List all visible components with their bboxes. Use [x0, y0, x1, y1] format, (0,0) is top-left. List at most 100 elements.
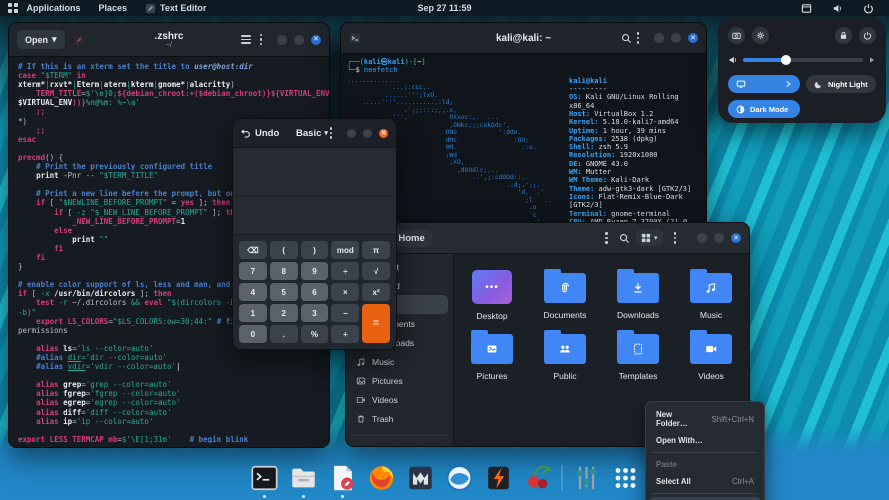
calc-key-[interactable]: −	[331, 304, 359, 322]
calc-key-[interactable]: %	[301, 325, 329, 343]
dock-kali-tweaks-icon[interactable]	[571, 463, 601, 493]
menu-item-select-all[interactable]: Select AllCtrl+A	[650, 473, 760, 490]
window-indicator-icon[interactable]	[792, 3, 821, 14]
night-light-button[interactable]: Night Light	[806, 75, 876, 93]
dock-firefox-icon[interactable]	[366, 463, 396, 493]
places-menu[interactable]: Places	[90, 0, 137, 16]
power-button[interactable]	[859, 27, 876, 44]
menu-kebab-icon[interactable]	[255, 34, 268, 46]
speaker-icon	[728, 55, 738, 65]
calc-key-4[interactable]: 4	[239, 283, 267, 301]
close-button[interactable]: ✕	[311, 35, 321, 45]
folder-public[interactable]: Public	[529, 329, 602, 381]
dock-files-icon[interactable]	[288, 463, 318, 493]
maximize-button[interactable]	[363, 129, 372, 138]
minimize-button[interactable]	[654, 33, 664, 43]
code-line: TERM_TITLE=$'\e]0;${debian_chroot:+($deb…	[18, 89, 329, 98]
close-button[interactable]: ✕	[688, 33, 698, 43]
calc-key-[interactable]: )	[301, 241, 329, 259]
menu-kebab-icon[interactable]	[669, 232, 682, 244]
minimize-button[interactable]	[347, 129, 356, 138]
calc-key-x[interactable]: x²	[362, 283, 390, 301]
search-icon[interactable]	[621, 33, 632, 44]
active-app-menu[interactable]: Text Editor	[136, 0, 215, 16]
clock[interactable]: Sep 27 11:59	[417, 3, 471, 13]
power-icon[interactable]	[854, 3, 883, 14]
calc-key-[interactable]: =	[362, 304, 390, 343]
folder-videos[interactable]: Videos	[675, 329, 748, 381]
sidebar-item-other-locations[interactable]: Other Locations	[351, 435, 448, 447]
menu-item-new-folder[interactable]: New Folder…Shift+Ctrl+N	[650, 406, 760, 432]
search-icon[interactable]	[619, 233, 630, 244]
running-indicator	[302, 495, 305, 498]
maximize-button[interactable]	[294, 35, 304, 45]
view-toggle-button[interactable]: ▾	[636, 230, 663, 246]
volume-slider[interactable]	[728, 55, 876, 65]
folder-pictures[interactable]: Pictures	[456, 329, 529, 381]
calc-key-2[interactable]: 2	[270, 304, 298, 322]
sidebar-item-pictures[interactable]: Pictures	[351, 371, 448, 390]
sidebar-item-trash[interactable]: Trash	[351, 409, 448, 428]
display-toggle-button[interactable]	[728, 75, 800, 93]
calc-key-8[interactable]: 8	[270, 262, 298, 280]
close-button[interactable]: ✕	[731, 233, 741, 243]
lock-button[interactable]	[835, 27, 852, 44]
open-button[interactable]: Open▾	[17, 30, 65, 49]
calc-key-mod[interactable]: mod	[331, 241, 359, 259]
dock-text-editor-icon[interactable]	[327, 463, 357, 493]
folder-music[interactable]: Music	[675, 268, 748, 321]
calc-key-7[interactable]: 7	[239, 262, 267, 280]
dock-wireshark-icon[interactable]	[444, 463, 474, 493]
mode-dropdown[interactable]: Basic▾	[296, 128, 328, 139]
sidebar-item-music[interactable]: Music	[351, 352, 448, 371]
calc-key-0[interactable]: 0	[239, 325, 267, 343]
sidebar-item-videos[interactable]: Videos	[351, 390, 448, 409]
neofetch-info-row: Shell: zsh 5.9	[569, 143, 700, 151]
calc-key-6[interactable]: 6	[301, 283, 329, 301]
calc-key-[interactable]: ×	[331, 283, 359, 301]
view-menu-icon[interactable]	[237, 35, 255, 44]
settings-button[interactable]	[752, 27, 769, 44]
applications-menu[interactable]: Applications	[18, 0, 90, 16]
folder-label: Music	[700, 310, 722, 320]
path-options-kebab-icon[interactable]	[600, 232, 613, 244]
calc-key-[interactable]: .	[270, 325, 298, 343]
dock-cherrytree-icon[interactable]	[522, 463, 552, 493]
dock-terminal-icon[interactable]	[249, 463, 279, 493]
dock-app-grid-icon[interactable]	[610, 463, 640, 493]
undo-button[interactable]: Undo	[241, 128, 279, 139]
calc-key-[interactable]: +	[331, 325, 359, 343]
dock-metasploit-icon[interactable]	[405, 463, 435, 493]
folder-documents[interactable]: Documents	[529, 268, 602, 321]
dark-mode-button[interactable]: Dark Mode	[728, 100, 800, 118]
calc-key-[interactable]: ⌫	[239, 241, 267, 259]
calc-key-[interactable]: (	[270, 241, 298, 259]
menu-kebab-icon[interactable]	[632, 32, 645, 44]
calc-key-[interactable]: √	[362, 262, 390, 280]
calc-key-9[interactable]: 9	[301, 262, 329, 280]
calculator-display[interactable]	[233, 148, 396, 235]
maximize-button[interactable]	[714, 233, 724, 243]
screenshot-button[interactable]	[728, 27, 745, 44]
dock-burpsuite-icon[interactable]	[483, 463, 513, 493]
calc-key-[interactable]: π	[362, 241, 390, 259]
chevron-right-icon[interactable]	[784, 80, 792, 88]
calc-key-1[interactable]: 1	[239, 304, 267, 322]
calc-key-5[interactable]: 5	[270, 283, 298, 301]
folder-desktop[interactable]: •••Desktop	[456, 268, 529, 321]
minimize-button[interactable]	[697, 233, 707, 243]
code-line	[18, 426, 329, 435]
minimize-button[interactable]	[277, 35, 287, 45]
slider-knob[interactable]	[781, 55, 791, 65]
close-button[interactable]: ✕	[379, 129, 388, 138]
calculator-headerbar: Undo Basic▾ ✕	[233, 119, 396, 148]
workspace-grid-icon[interactable]	[8, 3, 18, 13]
maximize-button[interactable]	[671, 33, 681, 43]
menu-item-open-with[interactable]: Open With…	[650, 432, 760, 449]
volume-icon[interactable]	[823, 3, 852, 14]
folder-downloads[interactable]: Downloads	[602, 268, 675, 321]
folder-templates[interactable]: Templates	[602, 329, 675, 381]
document-icon[interactable]	[73, 34, 85, 46]
calc-key-[interactable]: ÷	[331, 262, 359, 280]
calc-key-3[interactable]: 3	[301, 304, 329, 322]
